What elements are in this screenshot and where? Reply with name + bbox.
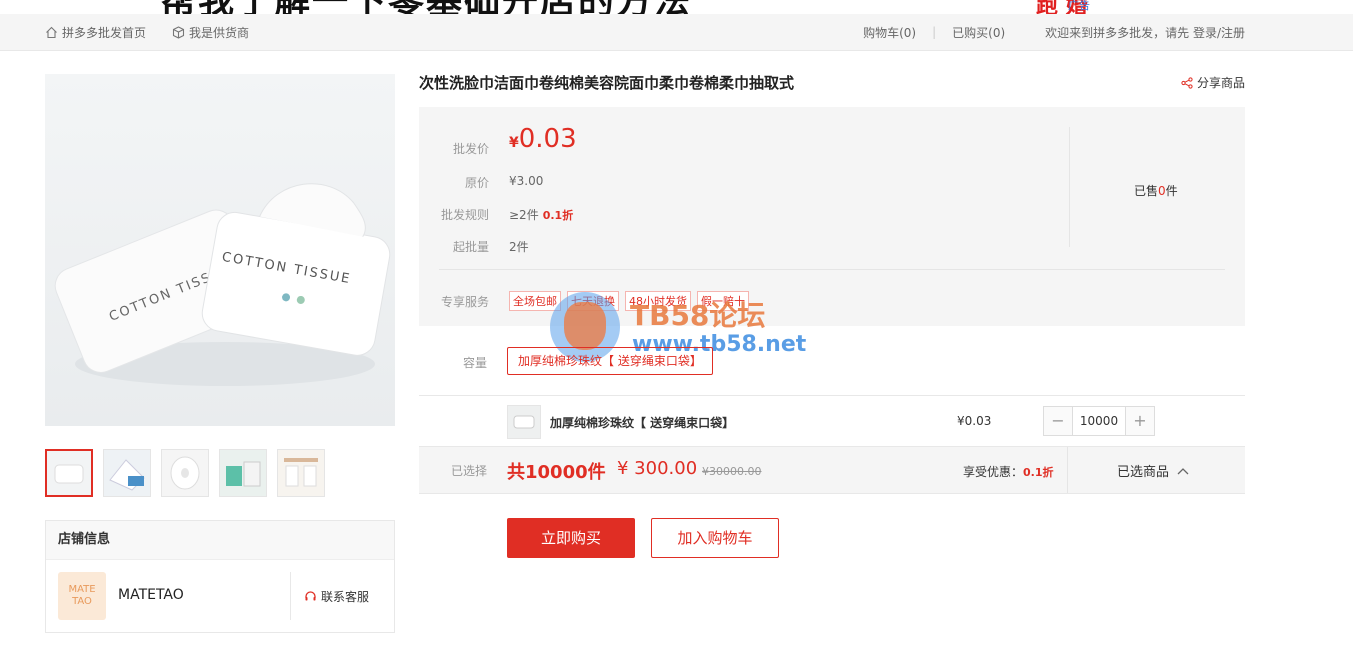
selected-amount: ¥ 300.00 [617,458,698,479]
quantity-decrease-button[interactable]: − [1044,407,1072,435]
sold-suffix: 件 [1165,184,1178,198]
shop-info-heading: 店铺信息 [46,521,394,560]
shop-logo[interactable]: MATE TAO [58,572,106,620]
wholesale-price-value: 0.03 [518,124,577,154]
currency-symbol: ¥ [509,135,519,151]
share-label: 分享商品 [1196,76,1245,90]
sold-count: 已售0件 [1134,182,1178,199]
nav-bought-link[interactable]: 已购买(0) [952,24,1005,41]
top-nav: 拼多多批发首页 我是供货商 购物车(0) | 已购买(0) 欢迎来到拼多多批发，… [0,14,1353,51]
wholesale-rule-discount: 0.1折 [542,209,574,222]
thumbnail-5[interactable] [277,449,325,497]
wholesale-price: ¥0.03 [509,124,577,154]
tissue-pack-image: COTTON TISSUE COTTON TISSUE [45,74,395,426]
wholesale-price-label: 批发价 [452,142,489,156]
thumbnail-2[interactable] [103,449,151,497]
thumbnail-1[interactable] [45,449,93,497]
add-to-cart-button[interactable]: 加入购物车 [651,518,779,558]
price-divider [1069,127,1070,247]
selected-label: 已选择 [450,464,487,478]
price-hline [439,269,1225,270]
contact-service-label: 联系客服 [321,590,370,604]
discount-prefix: 享受优惠： [963,465,1024,479]
sku-price: ¥0.03 [957,414,992,428]
sku-thumbnail [507,405,541,439]
wholesale-rule: ≥2件 0.1折 [509,206,573,223]
original-price-value: ¥3.00 [509,174,544,188]
capacity-option[interactable]: 加厚纯棉珍珠纹【 送穿绳束口袋】 [507,347,713,375]
buy-now-button[interactable]: 立即购买 [507,518,635,558]
thumbnail-strip [45,449,335,497]
service-tag: 假一赔十 [697,291,749,311]
original-price-label: 原价 [464,176,489,190]
nav-cart-link[interactable]: 购物车(0) [863,24,916,41]
service-tag: 七天退换 [567,291,619,311]
chevron-up-icon [1177,467,1189,474]
home-icon [46,26,57,38]
share-icon [1181,76,1193,89]
shop-info-panel: 店铺信息 MATE TAO MATETAO 联系客服 [45,520,395,633]
quantity-stepper: − 10000 + [1043,406,1155,436]
shop-divider [290,572,291,620]
nav-welcome-text[interactable]: 欢迎来到拼多多批发，请先 登录/注册 [1045,24,1245,41]
discount-value: 0.1折 [1023,466,1054,479]
nav-left: 拼多多批发首页 我是供货商 [45,14,275,50]
sku-name: 加厚纯棉珍珠纹【 送穿绳束口袋】 [550,416,735,430]
sold-prefix: 已售 [1134,184,1159,198]
selected-total: 共10000件 [507,462,606,483]
quantity-increase-button[interactable]: + [1126,407,1154,435]
product-main-image[interactable]: COTTON TISSUE COTTON TISSUE [45,74,395,426]
nav-home-link[interactable]: 拼多多批发首页 [45,24,146,41]
nav-supplier-label: 我是供货商 [189,25,250,40]
quantity-input[interactable]: 10000 [1072,407,1126,435]
selected-goods-toggle[interactable]: 已选商品 [1117,461,1189,480]
wholesale-rule-label: 批发规则 [440,208,489,222]
contact-service-button[interactable]: 联系客服 [304,588,369,605]
selection-summary-bar: 已选择 共10000件 ¥ 300.00 ¥30000.00 享受优惠：0.1折… [419,446,1245,494]
selected-goods-label: 已选商品 [1117,465,1170,480]
min-order-value: 2件 [509,240,529,254]
service-label: 专享服务 [440,295,489,309]
price-panel: 批发价 ¥0.03 原价 ¥3.00 批发规则 ≥2件 0.1折 起批量 2件 已… [419,107,1245,326]
capacity-label: 容量 [462,356,487,370]
nav-supplier-link[interactable]: 我是供货商 [172,24,249,41]
selection-divider [1067,447,1068,493]
wholesale-rule-value: ≥2件 [509,208,539,222]
thumbnail-4[interactable] [219,449,267,497]
nav-home-label: 拼多多批发首页 [62,25,147,40]
min-order-label: 起批量 [452,240,489,254]
sku-divider [419,395,1245,396]
product-title: 次性洗脸巾洁面巾卷纯棉美容院面巾柔巾卷棉柔巾抽取式 [419,74,795,92]
service-tag: 48小时发货 [625,291,691,311]
top-banner: 帮我了解一下零基础开店的方法 跑 婚 广告 [0,0,1353,14]
share-button[interactable]: 分享商品 [1181,74,1245,91]
nav-separator: | [932,25,937,39]
nav-right: 购物车(0) | 已购买(0) 欢迎来到拼多多批发，请先 登录/注册 [863,14,1245,50]
cube-icon [172,25,185,39]
shop-name[interactable]: MATETAO [118,587,184,603]
headset-icon [305,591,316,601]
banner-title: 帮我了解一下零基础开店的方法 [160,0,692,14]
selected-original-amount: ¥30000.00 [702,465,762,478]
discount-info: 享受优惠：0.1折 [963,463,1054,480]
thumbnail-3[interactable] [161,449,209,497]
service-tags: 全场包邮 七天退换 48小时发货 假一赔十 [509,291,755,311]
sold-number: 0 [1158,184,1166,198]
banner-ad-label[interactable]: 广告 [1068,0,1090,13]
service-tag: 全场包邮 [509,291,561,311]
